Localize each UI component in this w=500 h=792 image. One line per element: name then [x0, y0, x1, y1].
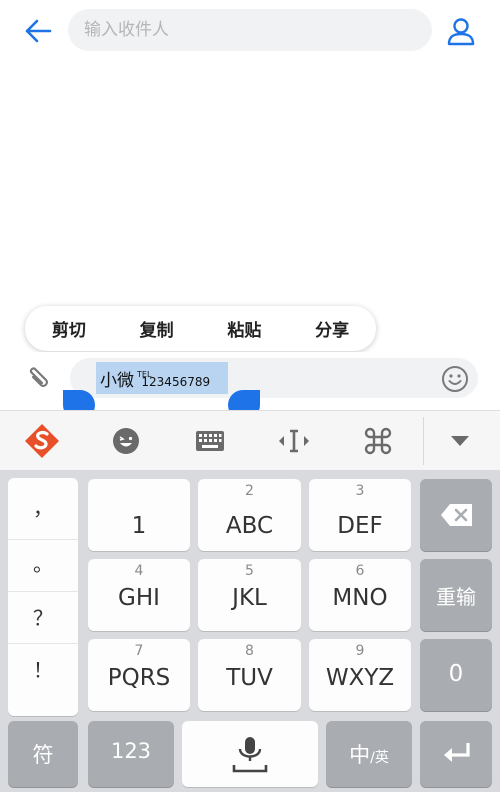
contact-name: 小微: [100, 371, 134, 391]
keyboard-icon: [196, 431, 224, 451]
sogou-logo-icon: [25, 424, 59, 458]
person-icon: [447, 18, 475, 46]
punctuation-column: ， 。 ？ ！: [8, 478, 78, 716]
collapse-keyboard-button[interactable]: [442, 423, 478, 459]
cursor-move-icon: [279, 429, 309, 453]
key-1[interactable]: 1: [88, 479, 190, 551]
enter-icon: [444, 743, 470, 762]
zero-key[interactable]: 0: [420, 639, 492, 711]
keyboard-toolbar: [0, 410, 500, 470]
key-7-pqrs[interactable]: 7 PQRS: [88, 639, 190, 711]
attach-button[interactable]: [22, 362, 54, 394]
back-button[interactable]: [20, 14, 56, 48]
message-text[interactable]: 小微 TEL123456789: [100, 366, 210, 391]
text-context-menu: 剪切 复制 粘贴 分享: [25, 306, 376, 351]
cut-menu-item[interactable]: 剪切: [25, 316, 113, 341]
toolbar-divider: [423, 417, 424, 465]
symbol-key[interactable]: 符: [8, 721, 78, 787]
t9-keyboard: ， 。 ？ ！ 1 2 ABC 3 DEF 4 GHI 5 JKL 6 MNO …: [0, 470, 500, 792]
command-button[interactable]: [360, 423, 396, 459]
paperclip-icon: [29, 367, 48, 387]
phone-number: 123456789: [141, 375, 211, 389]
smiley-icon: [442, 366, 468, 392]
triangle-down-icon: [451, 436, 469, 446]
recipient-input[interactable]: [68, 9, 432, 51]
language-switch-key[interactable]: 中/英: [326, 721, 412, 787]
emoji-button[interactable]: [440, 364, 470, 394]
emoji-face-icon: [113, 428, 139, 454]
keyboard-switch-button[interactable]: [192, 423, 228, 459]
space-voice-key[interactable]: [182, 721, 318, 787]
top-bar: [0, 0, 500, 62]
paste-menu-item[interactable]: 粘贴: [201, 316, 289, 341]
reenter-key[interactable]: 重输: [420, 559, 492, 631]
mic-icon: [232, 737, 268, 773]
punct-period-key[interactable]: 。: [8, 540, 78, 592]
punct-exclaim-key[interactable]: ！: [8, 644, 78, 696]
lang-sub-label: /英: [370, 750, 389, 766]
key-9-wxyz[interactable]: 9 WXYZ: [309, 639, 411, 711]
key-5-jkl[interactable]: 5 JKL: [198, 559, 301, 631]
enter-key[interactable]: [420, 721, 492, 787]
key-2-abc[interactable]: 2 ABC: [198, 479, 301, 551]
key-3-def[interactable]: 3 DEF: [309, 479, 411, 551]
emoji-face-button[interactable]: [108, 423, 144, 459]
numeric-key[interactable]: 123: [88, 721, 174, 787]
sogou-logo-button[interactable]: [24, 423, 60, 459]
contacts-button[interactable]: [444, 14, 478, 48]
key-4-ghi[interactable]: 4 GHI: [88, 559, 190, 631]
lang-main-label: 中: [349, 743, 371, 767]
arrow-left-icon: [25, 19, 52, 43]
backspace-key[interactable]: [420, 479, 492, 551]
backspace-icon: [441, 504, 472, 526]
key-6-mno[interactable]: 6 MNO: [309, 559, 411, 631]
punct-comma-key[interactable]: ，: [8, 488, 78, 540]
command-icon: [364, 427, 392, 455]
copy-menu-item[interactable]: 复制: [113, 316, 201, 341]
cursor-move-button[interactable]: [276, 423, 312, 459]
key-8-tuv[interactable]: 8 TUV: [198, 639, 301, 711]
share-menu-item[interactable]: 分享: [288, 316, 376, 341]
punct-question-key[interactable]: ？: [8, 592, 78, 644]
